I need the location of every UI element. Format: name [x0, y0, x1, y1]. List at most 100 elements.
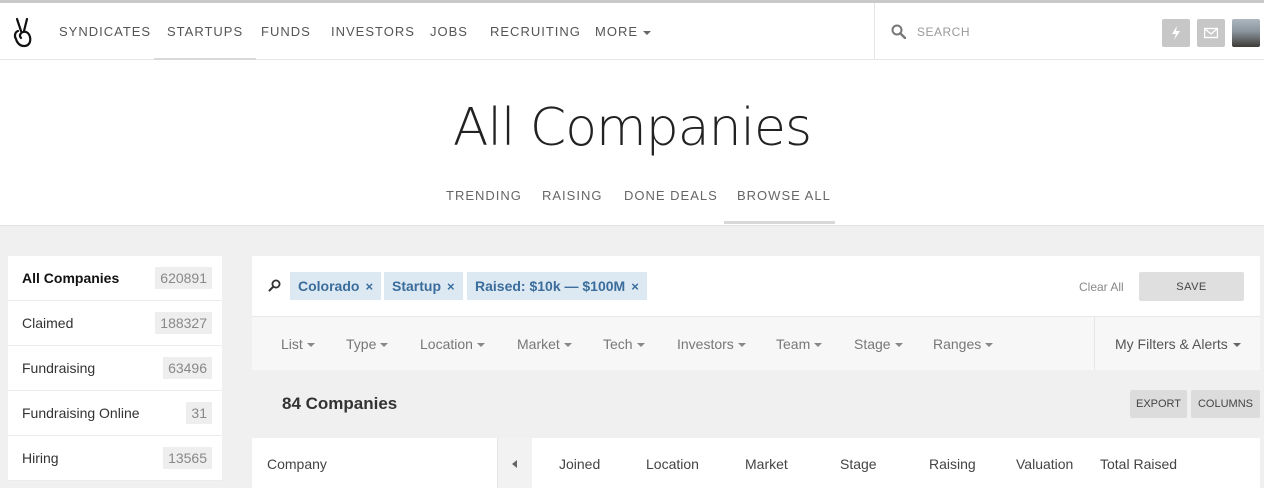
filter-chip-raised[interactable]: Raised: $10k — $100M × — [467, 272, 647, 300]
search-input[interactable] — [917, 21, 1137, 43]
page-title: All Companies — [452, 98, 812, 158]
dropdown-label: Stage — [854, 336, 891, 352]
dropdown-tech[interactable]: Tech — [603, 317, 645, 371]
nav-more[interactable]: MORE — [595, 3, 651, 60]
chevron-down-icon — [643, 30, 651, 35]
dropdown-label: Location — [420, 336, 473, 352]
sidebar-item-label: Fundraising Online — [22, 405, 140, 421]
nav-investors[interactable]: INVESTORS — [331, 3, 415, 60]
top-navigation: SYNDICATES STARTUPS FUNDS INVESTORS JOBS… — [0, 0, 1264, 60]
chevron-down-icon — [1232, 343, 1241, 348]
caret-left-icon — [512, 460, 517, 468]
company-sidebar: All Companies 620891 Claimed 188327 Fund… — [8, 256, 222, 481]
search-icon — [891, 24, 906, 39]
my-filters-alerts-dropdown[interactable]: My Filters & Alerts — [1094, 317, 1260, 371]
chevron-down-icon — [985, 343, 994, 348]
notifications-button[interactable] — [1162, 19, 1190, 47]
messages-button[interactable] — [1197, 19, 1225, 47]
dropdown-team[interactable]: Team — [776, 317, 823, 371]
dropdown-label: Team — [776, 336, 811, 352]
tab-browse-all[interactable]: BROWSE ALL — [737, 188, 831, 203]
columns-button[interactable]: COLUMNS — [1191, 390, 1260, 418]
tab-done-deals[interactable]: DONE DEALS — [624, 188, 718, 203]
nav-funds[interactable]: FUNDS — [261, 3, 311, 60]
chevron-down-icon — [894, 343, 903, 348]
column-header-stage[interactable]: Stage — [840, 456, 877, 472]
remove-filter-icon[interactable]: × — [447, 279, 455, 294]
chevron-down-icon — [306, 343, 315, 348]
sidebar-item-count: 13565 — [163, 447, 212, 469]
column-header-company[interactable]: Company — [252, 438, 498, 488]
dropdown-ranges[interactable]: Ranges — [933, 317, 994, 371]
filter-chip-label: Raised: $10k — $100M — [475, 278, 626, 294]
column-header-raising[interactable]: Raising — [929, 456, 976, 472]
dropdown-label: Type — [346, 336, 377, 352]
sidebar-item-label: Fundraising — [22, 360, 96, 376]
column-header-label: Company — [267, 456, 327, 472]
dropdown-label: List — [281, 336, 303, 352]
save-button[interactable]: SAVE — [1139, 272, 1244, 301]
dropdown-label: Market — [517, 336, 560, 352]
sidebar-item-label: Hiring — [22, 450, 59, 466]
user-avatar[interactable] — [1232, 19, 1260, 47]
column-header-location[interactable]: Location — [646, 456, 699, 472]
filter-chip-type[interactable]: Startup × — [384, 272, 463, 300]
sidebar-item-fundraising[interactable]: Fundraising 63496 — [8, 346, 222, 391]
nav-more-label: MORE — [595, 24, 638, 39]
lightning-icon — [1172, 26, 1180, 40]
sidebar-item-fundraising-online[interactable]: Fundraising Online 31 — [8, 391, 222, 436]
column-header-valuation[interactable]: Valuation — [1016, 456, 1073, 472]
table-header: Company Joined Location Market Stage Rai… — [252, 438, 1260, 488]
export-button[interactable]: EXPORT — [1130, 390, 1187, 418]
search-bar — [874, 3, 1154, 60]
dropdown-investors[interactable]: Investors — [677, 317, 746, 371]
sidebar-item-hiring[interactable]: Hiring 13565 — [8, 436, 222, 481]
sidebar-item-count: 188327 — [155, 312, 212, 334]
sidebar-item-label: All Companies — [22, 270, 120, 286]
remove-filter-icon[interactable]: × — [365, 279, 373, 294]
victory-hand-logo-icon[interactable] — [10, 17, 36, 49]
dropdown-stage[interactable]: Stage — [854, 317, 903, 371]
dropdown-market[interactable]: Market — [517, 317, 572, 371]
nav-recruiting[interactable]: RECRUITING — [490, 3, 581, 60]
filter-search-icon — [268, 279, 281, 292]
nav-jobs[interactable]: JOBS — [430, 3, 468, 60]
chevron-down-icon — [636, 343, 645, 348]
sidebar-item-all-companies[interactable]: All Companies 620891 — [8, 256, 222, 301]
column-header-total-raised[interactable]: Total Raised — [1100, 456, 1177, 472]
clear-all-link[interactable]: Clear All — [1079, 280, 1124, 294]
scroll-columns-left-button[interactable] — [498, 438, 532, 488]
dropdown-type[interactable]: Type — [346, 317, 389, 371]
dropdown-label: Investors — [677, 336, 734, 352]
chevron-down-icon — [380, 343, 389, 348]
sidebar-item-count: 620891 — [155, 267, 212, 289]
chevron-down-icon — [737, 343, 746, 348]
results-count: 84 Companies — [282, 394, 398, 413]
filter-dropdowns: List Type Location Market Tech Investors… — [252, 316, 1260, 371]
sidebar-item-label: Claimed — [22, 315, 74, 331]
tab-raising[interactable]: RAISING — [542, 188, 602, 203]
page-header: All Companies TRENDING RAISING DONE DEAL… — [0, 60, 1264, 226]
active-filters-bar: Colorado × Startup × Raised: $10k — $100M ×… — [252, 256, 1260, 316]
sidebar-item-claimed[interactable]: Claimed 188327 — [8, 301, 222, 346]
column-header-joined[interactable]: Joined — [559, 456, 600, 472]
results-panel: Colorado × Startup × Raised: $10k — $100M ×… — [252, 256, 1260, 488]
active-tab-indicator — [724, 221, 835, 224]
chevron-down-icon — [814, 343, 823, 348]
remove-filter-icon[interactable]: × — [631, 279, 639, 294]
my-filters-label: My Filters & Alerts — [1115, 336, 1228, 352]
dropdown-list[interactable]: List — [281, 317, 315, 371]
filter-chip-location[interactable]: Colorado × — [290, 272, 382, 300]
sidebar-item-count: 31 — [186, 402, 212, 424]
dropdown-label: Tech — [603, 336, 633, 352]
main-content: All Companies 620891 Claimed 188327 Fund… — [0, 226, 1264, 488]
envelope-icon — [1204, 27, 1218, 39]
filter-chip-label: Colorado — [298, 278, 360, 294]
tab-trending[interactable]: TRENDING — [446, 188, 522, 203]
nav-startups[interactable]: STARTUPS — [153, 3, 257, 60]
dropdown-label: Ranges — [933, 336, 982, 352]
nav-syndicates[interactable]: SYNDICATES — [59, 3, 151, 60]
sidebar-item-count: 63496 — [163, 357, 212, 379]
column-header-market[interactable]: Market — [745, 456, 788, 472]
dropdown-location[interactable]: Location — [420, 317, 485, 371]
